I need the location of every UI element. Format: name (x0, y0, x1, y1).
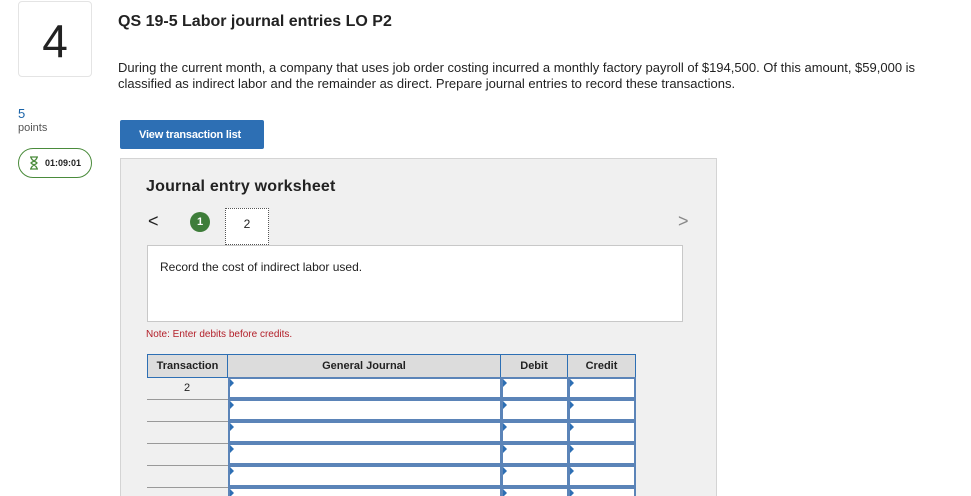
step-2-tab[interactable]: 2 (225, 208, 269, 245)
header-credit: Credit (567, 354, 636, 378)
credit-input[interactable] (568, 465, 636, 487)
timer-text: 01:09:01 (45, 158, 82, 168)
header-debit: Debit (500, 354, 568, 378)
credit-input[interactable] (568, 399, 636, 421)
account-input[interactable] (228, 399, 502, 421)
question-description: During the current month, a company that… (118, 60, 916, 91)
transaction-cell (147, 444, 228, 466)
debit-input[interactable] (501, 465, 569, 487)
worksheet-title: Journal entry worksheet (146, 178, 336, 195)
timer: 01:09:01 (18, 148, 92, 178)
note-text: Note: Enter debits before credits. (146, 329, 293, 340)
account-input[interactable] (228, 487, 502, 496)
header-transaction: Transaction (147, 354, 228, 378)
debit-input[interactable] (501, 443, 569, 465)
transaction-cell: 2 (147, 378, 228, 400)
question-number: 4 (42, 15, 68, 67)
next-arrow-icon[interactable]: > (678, 211, 689, 231)
points-label: points (18, 122, 48, 134)
view-transaction-list-button[interactable]: View transaction list (120, 120, 264, 149)
previous-arrow-icon[interactable]: < (148, 211, 159, 231)
credit-input[interactable] (568, 421, 636, 443)
credit-input[interactable] (568, 443, 636, 465)
transaction-cell (147, 422, 228, 444)
step-1-tab[interactable]: 1 (190, 212, 210, 232)
account-input[interactable] (228, 377, 502, 399)
hourglass-icon (30, 156, 38, 170)
transaction-number: 2 (183, 382, 191, 394)
header-general-journal: General Journal (227, 354, 501, 378)
debit-input[interactable] (501, 399, 569, 421)
credit-input[interactable] (568, 487, 636, 496)
instruction-text: Record the cost of indirect labor used. (160, 260, 363, 274)
debit-input[interactable] (501, 421, 569, 443)
transaction-cell (147, 488, 228, 496)
credit-input[interactable] (568, 377, 636, 399)
debit-input[interactable] (501, 377, 569, 399)
points-value: 5 (18, 106, 26, 121)
transaction-cell (147, 466, 228, 488)
journal-entry-worksheet: Journal entry worksheet < 1 2 > Record t… (120, 158, 717, 496)
instruction-box: Record the cost of indirect labor used. (147, 245, 683, 322)
question-title: QS 19-5 Labor journal entries LO P2 (118, 13, 392, 30)
account-input[interactable] (228, 465, 502, 487)
debit-input[interactable] (501, 487, 569, 496)
question-number-box: 4 (18, 1, 92, 77)
account-input[interactable] (228, 421, 502, 443)
transaction-cell (147, 400, 228, 422)
account-input[interactable] (228, 443, 502, 465)
